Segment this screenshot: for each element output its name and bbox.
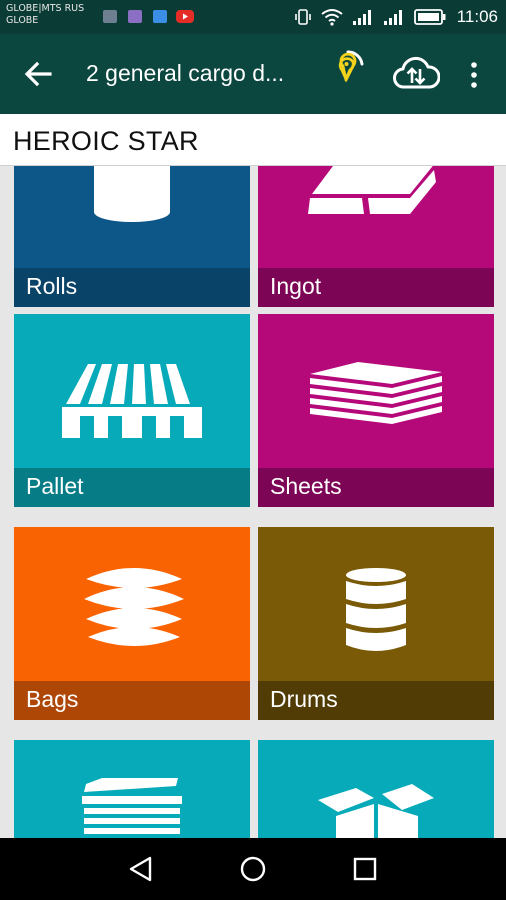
cargo-tile-bags[interactable]: Bags: [14, 527, 250, 720]
cargo-tile-label-bg: Rolls: [14, 268, 250, 307]
app-bar: 2 general cargo d...: [0, 34, 506, 114]
cargo-tile-label-bg: Sheets: [258, 468, 494, 507]
more-vert-icon[interactable]: [464, 60, 484, 90]
gps-location-icon[interactable]: [328, 48, 368, 94]
back-triangle-icon[interactable]: [126, 854, 156, 884]
cargo-tile-box[interactable]: [258, 740, 494, 838]
wifi-icon: [321, 9, 343, 26]
home-circle-icon[interactable]: [238, 854, 268, 884]
drums-icon: [346, 568, 406, 651]
cargo-tile-pallet[interactable]: Pallet: [14, 314, 250, 507]
system-nav-bar: [0, 838, 506, 900]
signal-icon: [352, 10, 371, 25]
cargo-tile-label: Ingot: [270, 273, 322, 299]
bags-icon: [84, 568, 184, 646]
cargo-tile-label: Bags: [26, 686, 79, 712]
cargo-tile-label-bg: Pallet: [14, 468, 250, 507]
cargo-tile-sheets[interactable]: Sheets: [258, 314, 494, 507]
cargo-tile-drums[interactable]: Drums: [258, 527, 494, 720]
pallet-icon: [62, 364, 202, 438]
back-arrow-icon[interactable]: [22, 58, 54, 90]
cargo-tile-label: Rolls: [26, 273, 78, 299]
cargo-tile-label: Pallet: [26, 473, 84, 499]
crate-icon: [82, 778, 182, 834]
gallery-icon: [103, 10, 117, 23]
status-bar: GLOBE|MTS RUS GLOBE 11:06: [0, 0, 506, 34]
clock: 11:06: [456, 7, 498, 26]
messenger-icon: [153, 10, 167, 23]
carrier-line-2: GLOBE: [6, 15, 39, 26]
recents-square-icon[interactable]: [350, 854, 380, 884]
rolls-icon: [94, 166, 170, 222]
cargo-tile-label: Drums: [270, 686, 338, 712]
carrier-line-1: GLOBE|MTS RUS: [6, 3, 85, 14]
signal-icon: [383, 10, 402, 25]
cargo-tile-label: Sheets: [270, 473, 342, 499]
screen-title: 2 general cargo d...: [86, 60, 285, 86]
open-box-icon: [318, 784, 434, 838]
battery-icon: [413, 9, 446, 25]
cargo-tile-label-bg: Bags: [14, 681, 250, 720]
vibrate-icon: [294, 9, 311, 25]
chat-icon: [128, 10, 142, 23]
ingot-icon: [308, 166, 436, 214]
vessel-name: HEROIC STAR: [13, 126, 199, 156]
cargo-tile-label-bg: Ingot: [258, 268, 494, 307]
sheets-icon: [310, 362, 442, 424]
youtube-icon: [176, 10, 194, 23]
cloud-sync-icon[interactable]: [392, 54, 440, 94]
vessel-name-bar: HEROIC STAR: [0, 114, 506, 166]
cargo-tile-rolls[interactable]: Rolls: [14, 166, 250, 307]
cargo-type-grid: Rolls Ingot Pallet Sheets Bags Drums: [0, 166, 506, 838]
cargo-tile-label-bg: Drums: [258, 681, 494, 720]
carrier-name: GLOBE|MTS RUS GLOBE: [6, 3, 84, 27]
cargo-tile-crate[interactable]: [14, 740, 250, 838]
cargo-tile-ingot[interactable]: Ingot: [258, 166, 494, 307]
